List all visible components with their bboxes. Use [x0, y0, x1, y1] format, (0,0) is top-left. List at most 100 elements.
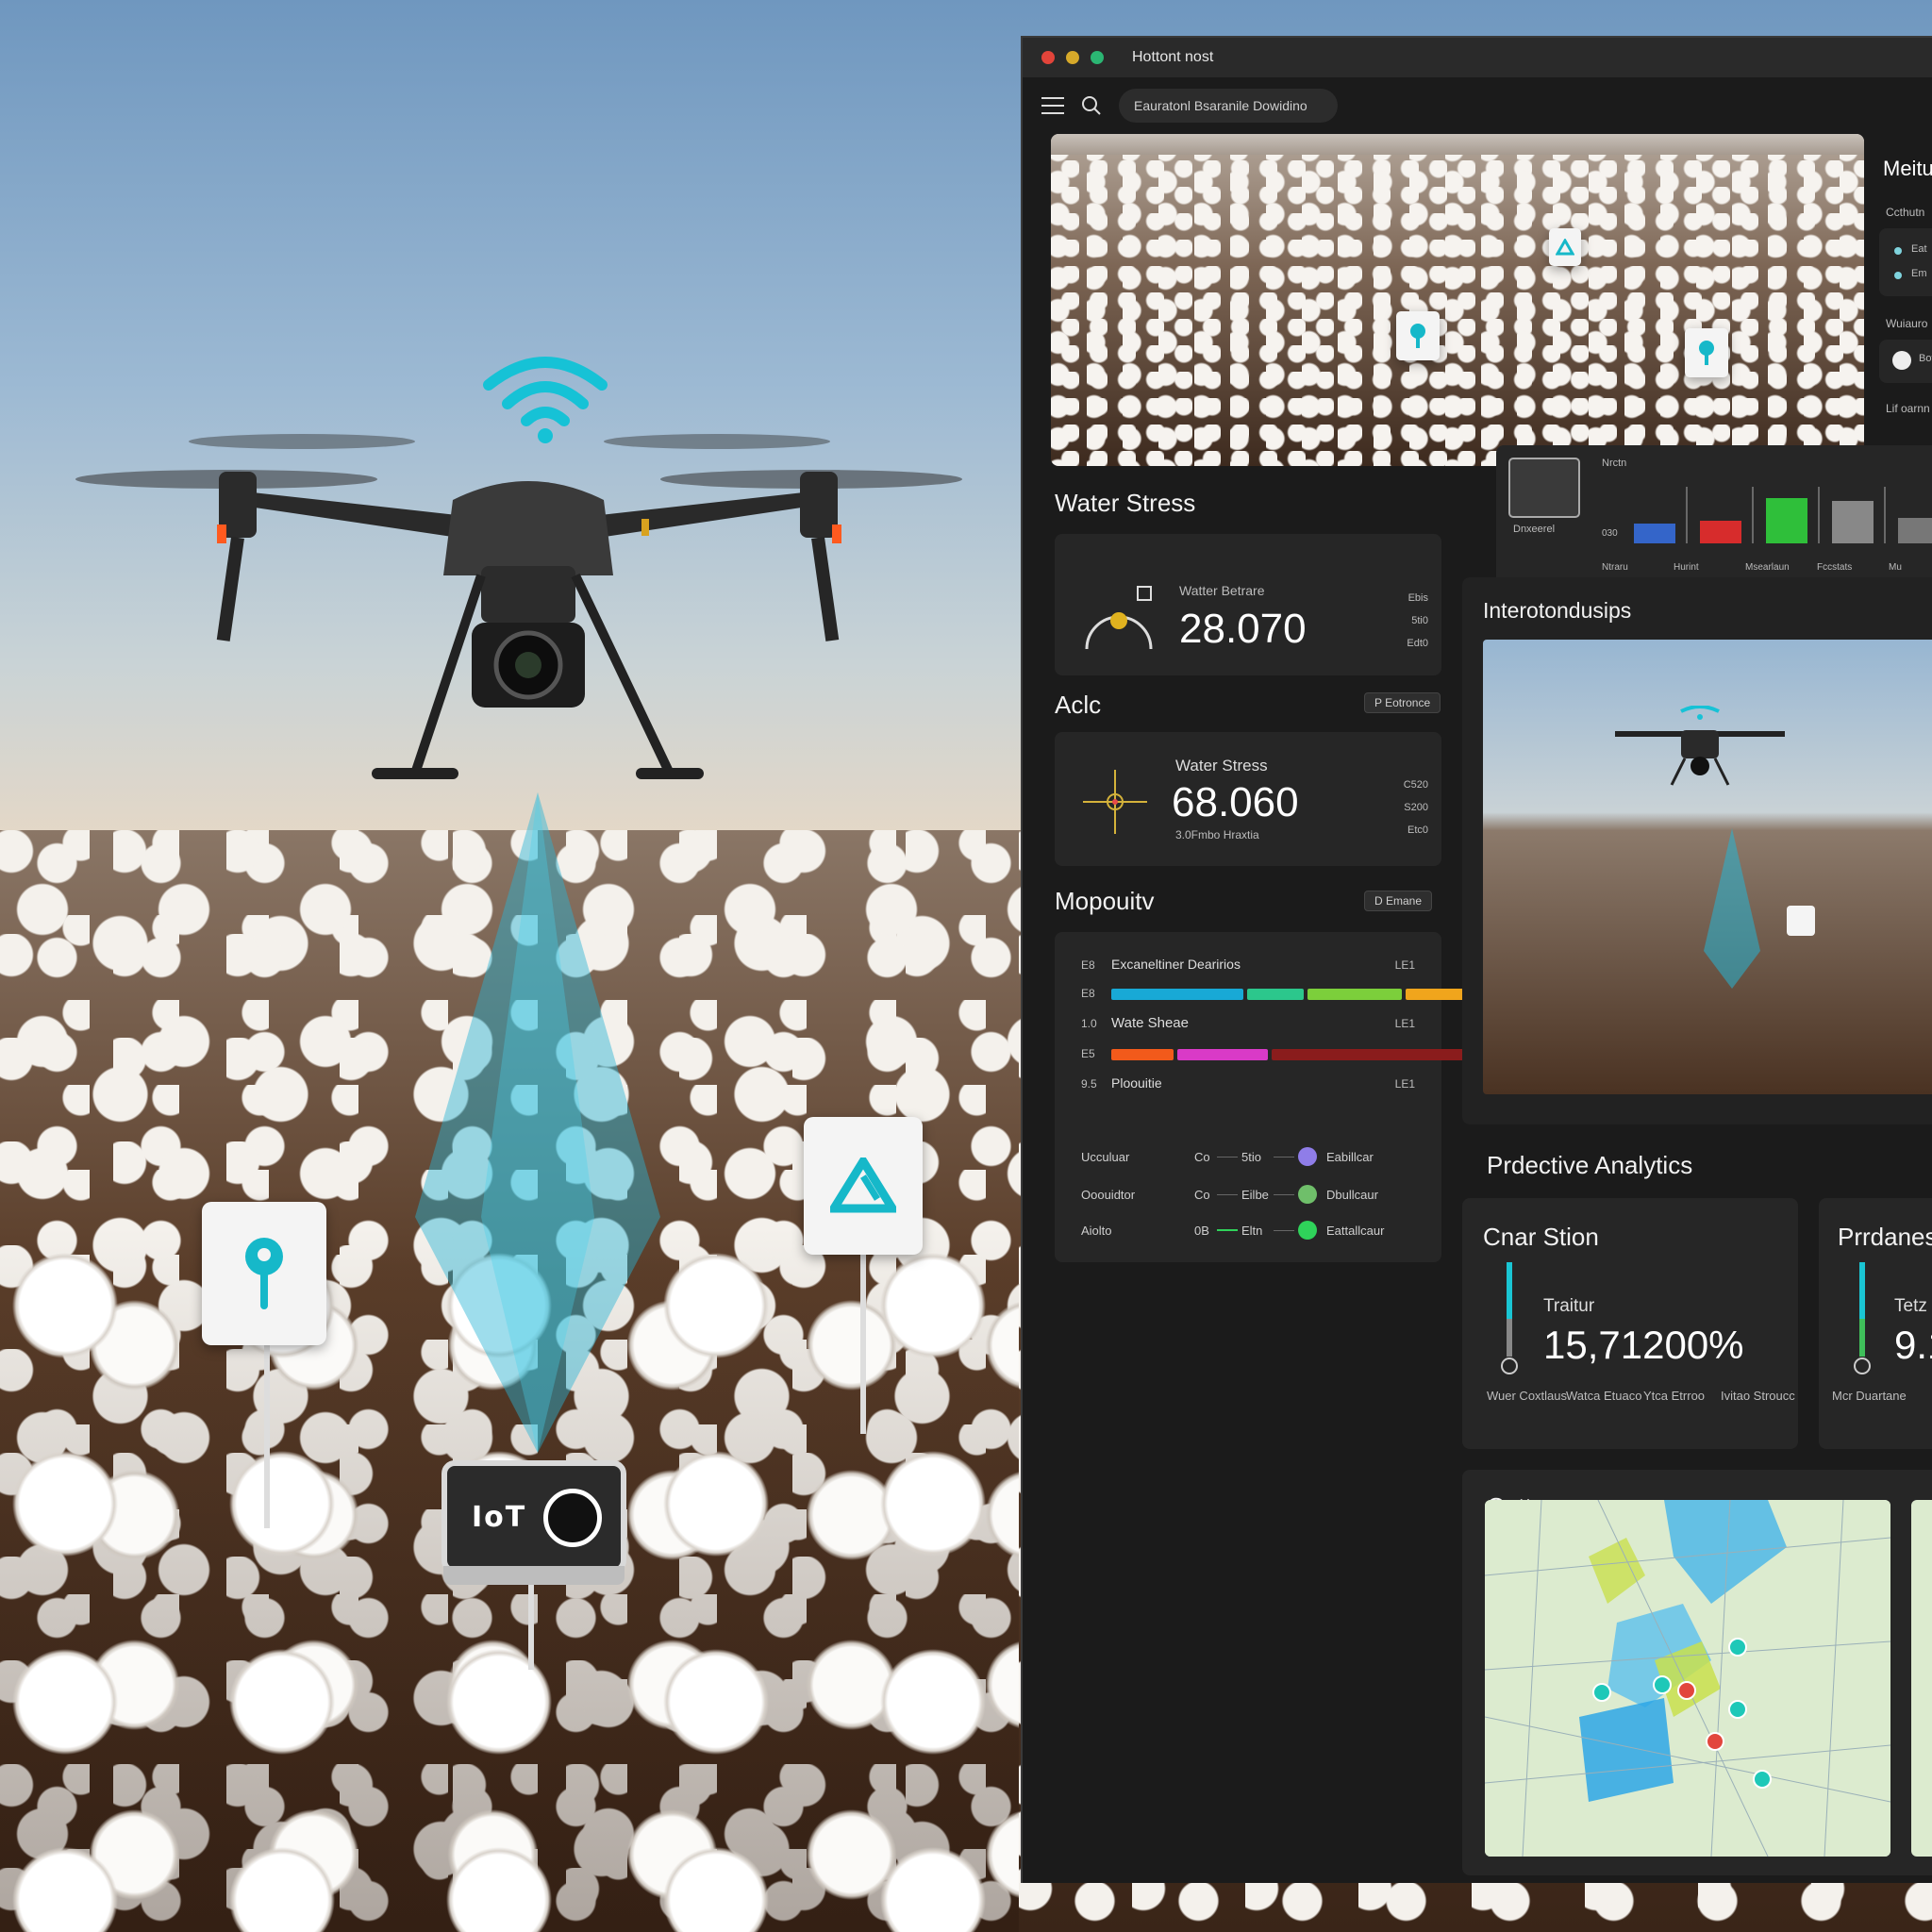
iot-device[interactable]: IoT	[441, 1460, 626, 1574]
aclc-title: Aclc	[1055, 691, 1102, 719]
monitor-bar-1	[1111, 989, 1481, 1000]
crosshair-icon	[1083, 770, 1147, 834]
slider-knob[interactable]	[1298, 1147, 1317, 1166]
status-dot	[1894, 247, 1902, 255]
map-marker[interactable]	[1728, 1638, 1747, 1657]
side-panel-label: Wuiauro	[1886, 317, 1928, 330]
interactions-panel: Interotondusips	[1462, 577, 1932, 1124]
photo-triangle-marker[interactable]	[1549, 228, 1581, 266]
photo-pin-marker[interactable]	[1396, 311, 1440, 360]
side-panel-title: Meitu	[1883, 157, 1932, 180]
map-marker[interactable]	[1592, 1683, 1611, 1702]
aclc-aside: S200	[1404, 802, 1428, 813]
chart-device-image	[1508, 458, 1580, 518]
map-marker[interactable]	[1728, 1700, 1747, 1719]
mini-chart-bar	[1700, 521, 1741, 543]
side-panel-toggle[interactable]: Bot	[1879, 340, 1932, 383]
water-stress-card[interactable]: Watter Betrare 28.070 Ebis 5ti0 Edt0	[1055, 534, 1441, 675]
predictive-foot: Wuer Coxtlaus	[1487, 1389, 1568, 1403]
iot-dial-icon	[543, 1489, 602, 1547]
monitor-row-code: 1.0	[1081, 1017, 1097, 1030]
side-panel-label: Lif oarnn	[1886, 402, 1930, 415]
interactions-photo	[1483, 640, 1932, 1094]
slider-end: Eattallcaur	[1326, 1223, 1385, 1238]
photo-pin-marker[interactable]	[1685, 328, 1728, 377]
map-marker[interactable]	[1653, 1675, 1672, 1694]
thermometer-icon	[1501, 1262, 1518, 1374]
aclc-filter-pill[interactable]: P Eotronce	[1364, 692, 1441, 713]
search-icon[interactable]	[1081, 95, 1102, 116]
location-pin-icon[interactable]	[1787, 906, 1815, 936]
location-marker[interactable]	[202, 1202, 326, 1345]
slider-mid: 5tio	[1241, 1149, 1261, 1164]
marker-post	[264, 1340, 270, 1528]
bar-segment	[1247, 989, 1304, 1000]
slider-label: Aiolto	[1081, 1223, 1112, 1238]
predictive-card-value: 9.1	[1894, 1323, 1932, 1367]
predictive-foot: Watca Etuaco	[1566, 1389, 1642, 1403]
mini-chart-x-label: Msearlaun	[1745, 562, 1790, 573]
predictive-card-title: Prrdanes	[1838, 1223, 1932, 1251]
toggle-knob	[1892, 351, 1911, 370]
monitor-row-label: Excaneltiner Dearirios	[1111, 957, 1241, 972]
aclc-aside: Etc0	[1407, 824, 1428, 836]
monitor-filter-pill[interactable]: D Emane	[1364, 891, 1433, 911]
monitor-bar-2	[1111, 1049, 1485, 1060]
side-panel-card: Eat Em	[1879, 228, 1932, 296]
monitor-bar-code: E8	[1081, 987, 1095, 1000]
monitor-card: E8 Excaneltiner Dearirios LE1 E8 1.0 Wat…	[1055, 932, 1485, 1262]
gauge-icon	[1085, 586, 1153, 650]
status-dot	[1894, 272, 1902, 279]
slider-end: Dbullcaur	[1326, 1187, 1378, 1202]
menu-icon[interactable]	[1041, 97, 1064, 114]
predictive-card-2[interactable]: Prrdanes Tetz 9.1 Mcr Duartane	[1819, 1198, 1932, 1449]
mini-chart-svg: Dnxeerel Nrctn 030 Ntraru Hurint Msearlaun…	[1508, 458, 1932, 573]
slider-mid: Eltn	[1241, 1223, 1263, 1238]
monitor-row-code: 9.5	[1081, 1077, 1097, 1091]
map-panel-clipped	[1911, 1500, 1932, 1857]
side-panel-item: Eat	[1911, 243, 1927, 255]
minimize-window-button[interactable]	[1066, 51, 1079, 64]
search-placeholder: Eauratonl Bsaranile Dowidino	[1134, 98, 1307, 113]
predictive-card-1[interactable]: Cnar Stion Traitur 15,71200% Wuer Coxtla…	[1462, 1198, 1798, 1449]
monitor-row-label: Wate Sheae	[1111, 1015, 1189, 1031]
iot-label: IoT	[472, 1500, 527, 1534]
map-marker[interactable]	[1706, 1732, 1724, 1751]
mini-chart-box-label: Dnxeerel	[1513, 524, 1555, 535]
map-marker[interactable]	[1677, 1681, 1696, 1700]
maximize-window-button[interactable]	[1091, 51, 1104, 64]
aclc-card-label: Water Stress	[1175, 757, 1268, 774]
mini-chart-bar	[1898, 518, 1932, 543]
monitor-slider-row[interactable]: Ucculuar Co 5tio Eabillcar	[1081, 1147, 1440, 1166]
thermometer-icon	[1854, 1262, 1871, 1374]
monitor-row-code: E8	[1081, 958, 1095, 972]
mini-chart-bar	[1634, 524, 1675, 543]
predictive-card-value: 15,71200%	[1543, 1323, 1744, 1367]
monitor-row-end: LE1	[1394, 958, 1415, 972]
monitor-bar-code: E5	[1081, 1047, 1095, 1060]
water-stress-value: 28.070	[1179, 606, 1307, 652]
bar-segment	[1111, 1049, 1174, 1060]
slider-knob[interactable]	[1298, 1221, 1317, 1240]
bar-segment	[1307, 989, 1402, 1000]
monitor-slider-row[interactable]: Ooouidtor Co Eilbe Dbullcaur	[1081, 1185, 1440, 1204]
triangle-marker[interactable]	[804, 1117, 923, 1255]
location-pin-icon	[1699, 341, 1714, 365]
map-marker[interactable]	[1753, 1770, 1772, 1789]
location-pin-icon	[1410, 324, 1425, 348]
aclc-card[interactable]: Water Stress 68.060 3.0Fmbo Hraxtia C520…	[1055, 732, 1441, 866]
predictive-card-title: Cnar Stion	[1483, 1223, 1599, 1251]
cotton-map[interactable]	[1485, 1500, 1890, 1857]
close-window-button[interactable]	[1041, 51, 1055, 64]
monitor-slider-row[interactable]: Aiolto 0B Eltn Eattallcaur	[1081, 1221, 1440, 1240]
triangle-sensor-icon	[830, 1158, 896, 1213]
mini-chart-x-label: Fccstats	[1817, 562, 1852, 573]
aclc-value: 68.060	[1172, 779, 1299, 825]
search-input[interactable]: Eauratonl Bsaranile Dowidino	[1119, 89, 1338, 123]
slider-knob[interactable]	[1298, 1185, 1317, 1204]
data-beam-icon	[1704, 828, 1760, 989]
mini-chart-x-label: Mu	[1889, 562, 1902, 573]
slider-mid: Eilbe	[1241, 1187, 1269, 1202]
drone-icon	[1615, 706, 1785, 786]
aclc-sub: 3.0Fmbo Hraxtia	[1175, 828, 1259, 841]
